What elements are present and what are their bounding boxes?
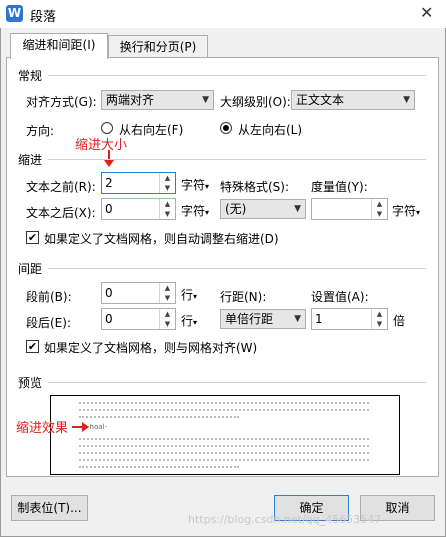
space-after-value: 0	[105, 312, 113, 326]
rtl-label: 从右向左(F)	[119, 123, 184, 137]
tab-line-page-breaks[interactable]: 换行和分页(P)	[108, 35, 208, 58]
auto-indent-checkbox-label: 如果定义了文档网格，则自动调整右缩进(D)	[44, 232, 279, 246]
special-format-value: (无)	[225, 202, 247, 216]
preview-line	[79, 452, 369, 454]
line-spacing-value: 单倍行距	[225, 312, 274, 326]
chevron-down-icon: ▼	[294, 314, 301, 324]
special-format-label: 特殊格式(S):	[220, 180, 290, 194]
alignment-select[interactable]: 两端对齐 ▼	[101, 90, 214, 110]
spin-down-icon[interactable]: ▼	[160, 293, 175, 303]
snap-grid-checkbox[interactable]: ✔	[26, 340, 39, 353]
outline-level-label: 大纲级别(O):	[220, 95, 291, 109]
line-spacing-select[interactable]: 单倍行距 ▼	[220, 309, 306, 329]
indent-before-value: 2	[105, 176, 113, 190]
indent-section-label: 缩进	[18, 153, 43, 167]
measure-input[interactable]: ▲ ▼	[311, 198, 388, 220]
ltr-label: 从左向右(L)	[238, 123, 303, 137]
divider	[48, 75, 426, 76]
spin-up-icon[interactable]: ▲	[372, 309, 387, 319]
spin-up-icon[interactable]: ▲	[160, 199, 175, 209]
space-before-unit[interactable]: 行▾	[181, 286, 197, 303]
indent-after-label: 文本之后(X):	[26, 206, 96, 220]
indent-after-unit[interactable]: 字符▾	[181, 202, 209, 219]
alignment-value: 两端对齐	[106, 93, 155, 107]
general-section-label: 常规	[18, 69, 43, 83]
special-format-select[interactable]: (无) ▼	[220, 199, 306, 219]
measure-label: 度量值(Y):	[311, 180, 368, 194]
chevron-down-icon: ▼	[202, 95, 209, 105]
annotation-arrow-shaft	[72, 426, 82, 428]
space-after-input[interactable]: 0 ▲ ▼	[101, 308, 176, 330]
setting-value-input[interactable]: 1 ▲ ▼	[311, 308, 388, 330]
spin-down-icon[interactable]: ▼	[372, 209, 387, 219]
tab-indent-spacing[interactable]: 缩进和间距(I)	[10, 33, 108, 59]
preview-line	[79, 459, 369, 461]
preview-line	[79, 438, 369, 440]
spin-up-icon[interactable]: ▲	[372, 199, 387, 209]
spin-up-icon[interactable]: ▲	[160, 173, 175, 183]
chevron-down-icon: ▼	[403, 95, 410, 105]
line-spacing-label: 行距(N):	[220, 290, 267, 304]
divider	[48, 159, 426, 160]
preview-line	[79, 402, 369, 404]
arrow-right-icon	[82, 422, 89, 432]
indent-before-label: 文本之前(R):	[26, 180, 96, 194]
wps-app-icon: W	[6, 5, 23, 22]
spin-down-icon[interactable]: ▼	[372, 319, 387, 329]
preview-section-label: 预览	[18, 376, 43, 390]
indent-size-annotation: 缩进大小	[75, 138, 128, 153]
title-bar	[0, 0, 446, 28]
space-before-value: 0	[105, 286, 113, 300]
alignment-label: 对齐方式(G):	[26, 95, 97, 109]
space-before-label: 段前(B):	[26, 290, 72, 304]
spin-down-icon[interactable]: ▼	[160, 183, 175, 193]
indent-before-unit[interactable]: 字符▾	[181, 176, 209, 193]
indent-after-value: 0	[105, 202, 113, 216]
spacing-section-label: 间距	[18, 262, 43, 276]
indent-effect-annotation: 缩进效果	[16, 421, 69, 436]
close-icon[interactable]: ✕	[420, 3, 433, 22]
setting-value-label: 设置值(A):	[311, 290, 369, 304]
arrow-down-icon	[104, 160, 114, 167]
outline-level-value: 正文文本	[296, 93, 345, 107]
measure-unit[interactable]: 字符▾	[392, 202, 420, 219]
space-after-unit[interactable]: 行▾	[181, 312, 197, 329]
preview-box: -hoal-	[50, 395, 400, 475]
preview-line	[79, 445, 369, 447]
dialog-title: 段落	[30, 10, 57, 25]
preview-line	[79, 409, 369, 411]
preview-line	[79, 416, 239, 418]
ltr-radio[interactable]	[220, 122, 232, 134]
space-after-label: 段后(E):	[26, 316, 71, 330]
rtl-radio[interactable]	[101, 122, 113, 134]
setting-unit: 倍	[393, 314, 406, 328]
direction-label: 方向:	[26, 124, 55, 138]
divider	[48, 268, 426, 269]
spin-up-icon[interactable]: ▲	[160, 309, 175, 319]
preview-sample-text: -hoal-	[87, 423, 108, 431]
spin-up-icon[interactable]: ▲	[160, 283, 175, 293]
indent-after-input[interactable]: 0 ▲ ▼	[101, 198, 176, 220]
spin-down-icon[interactable]: ▼	[160, 319, 175, 329]
setting-value: 1	[315, 312, 323, 326]
snap-grid-checkbox-label: 如果定义了文档网格，则与网格对齐(W)	[44, 341, 258, 355]
divider	[48, 382, 426, 383]
spin-down-icon[interactable]: ▼	[160, 209, 175, 219]
chevron-down-icon: ▼	[294, 204, 301, 214]
watermark: https://blog.csdn.net/qq_45653547	[188, 513, 382, 526]
preview-line	[79, 466, 239, 468]
space-before-input[interactable]: 0 ▲ ▼	[101, 282, 176, 304]
indent-before-input[interactable]: 2 ▲ ▼	[101, 172, 176, 194]
tab-stops-button[interactable]: 制表位(T)...	[11, 495, 88, 521]
auto-indent-checkbox[interactable]: ✔	[26, 231, 39, 244]
outline-level-select[interactable]: 正文文本 ▼	[291, 90, 415, 110]
